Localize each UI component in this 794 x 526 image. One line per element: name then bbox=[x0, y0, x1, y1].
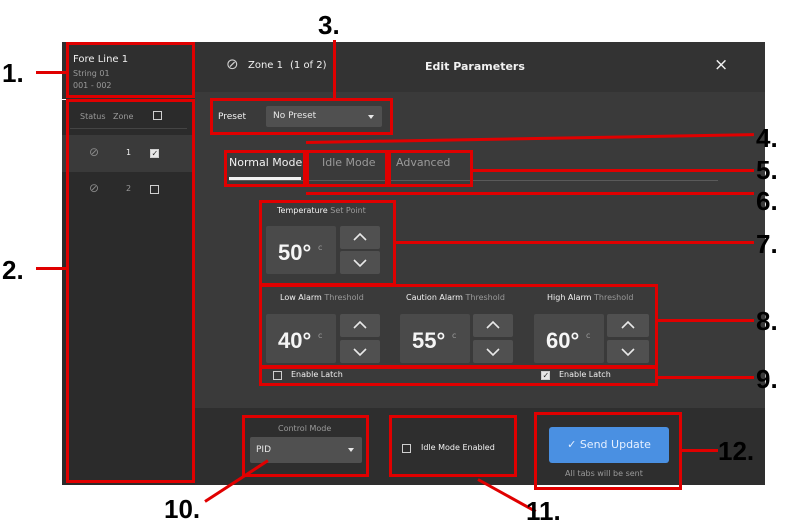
callout-8: 8. bbox=[756, 306, 778, 336]
callout-5: 5. bbox=[756, 155, 778, 185]
leader-line-9 bbox=[658, 376, 754, 379]
callout-11: 11. bbox=[526, 496, 561, 526]
annotation-box-3 bbox=[210, 98, 393, 135]
leader-line-2 bbox=[36, 267, 66, 270]
callout-6: 6. bbox=[756, 186, 778, 216]
zone-label: Zone 1 bbox=[248, 60, 283, 71]
close-icon[interactable]: × bbox=[714, 55, 728, 75]
leader-line-12 bbox=[682, 449, 718, 452]
dialog-title: Edit Parameters bbox=[425, 60, 525, 73]
annotation-box-5b bbox=[388, 150, 473, 187]
leader-line-5 bbox=[473, 169, 754, 172]
annotation-box-10 bbox=[242, 415, 369, 477]
annotation-box-9 bbox=[259, 366, 658, 386]
annotation-box-7 bbox=[259, 200, 396, 286]
annotation-box-8 bbox=[259, 284, 658, 368]
leader-line-8 bbox=[658, 319, 754, 322]
leader-line-3 bbox=[333, 40, 336, 98]
callout-9: 9. bbox=[756, 364, 778, 394]
zone-status-icon: ⊘ bbox=[226, 55, 239, 73]
annotation-box-1 bbox=[66, 42, 195, 98]
callout-10: 10. bbox=[164, 494, 201, 524]
callout-1: 1. bbox=[2, 58, 24, 88]
leader-line-1 bbox=[36, 71, 66, 74]
dialog-header: ⊘ Zone 1 (1 of 2) Edit Parameters × bbox=[195, 42, 765, 92]
annotation-box-12 bbox=[534, 412, 682, 490]
callout-7: 7. bbox=[756, 229, 778, 259]
callout-12: 12. bbox=[718, 436, 755, 466]
callout-2: 2. bbox=[2, 255, 24, 285]
annotation-box-11 bbox=[389, 415, 517, 477]
zone-count: (1 of 2) bbox=[290, 60, 327, 71]
leader-line-7 bbox=[396, 241, 754, 244]
callout-3: 3. bbox=[318, 10, 340, 40]
callout-4: 4. bbox=[756, 123, 778, 153]
annotation-box-4 bbox=[224, 150, 306, 187]
annotation-box-2 bbox=[66, 99, 195, 483]
annotation-box-5a bbox=[306, 150, 388, 187]
leader-line-6 bbox=[306, 192, 754, 195]
